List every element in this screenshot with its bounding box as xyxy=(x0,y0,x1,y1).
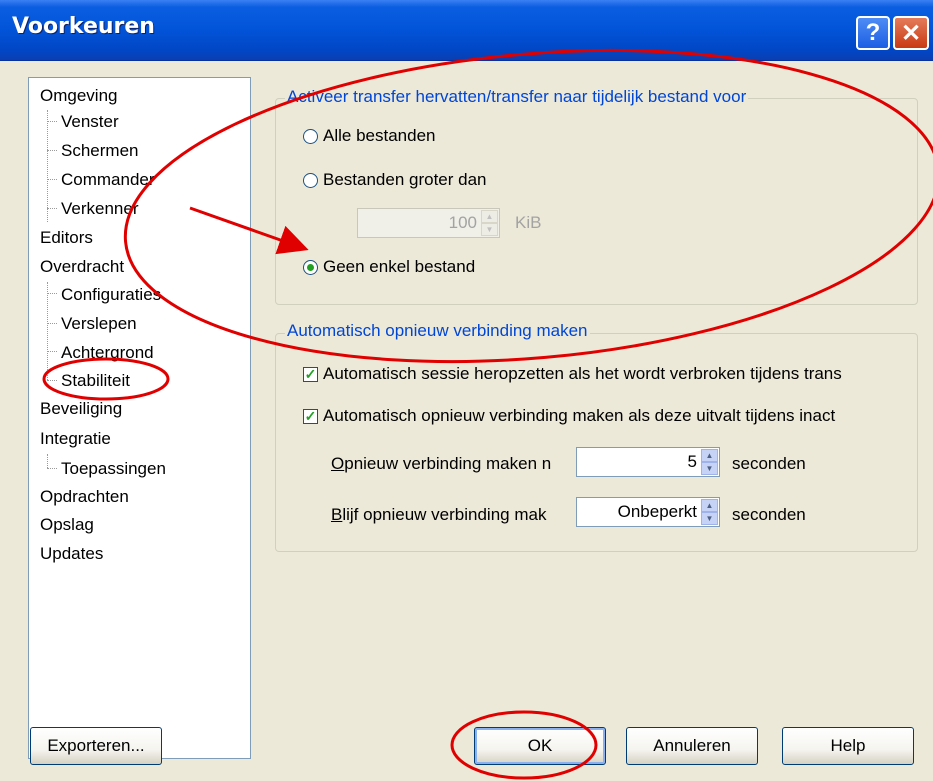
annotation-overlay xyxy=(42,48,933,780)
annotation-ellipse-resume xyxy=(123,48,933,364)
annotation-ellipse-stabiliteit xyxy=(42,357,170,401)
annotation-ellipse-ok xyxy=(450,710,598,780)
annotation-arrow xyxy=(189,206,309,255)
